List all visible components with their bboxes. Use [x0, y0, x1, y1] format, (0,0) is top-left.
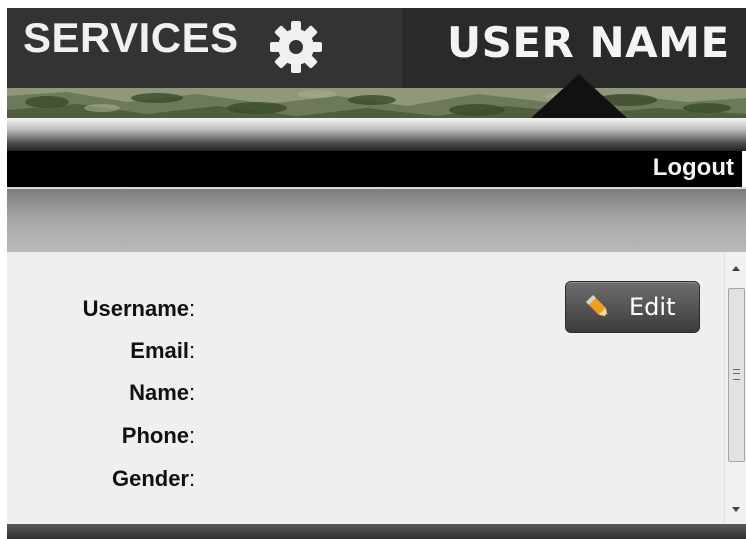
profile-panel: Username : Email : Name : Phone : Gender… — [7, 252, 724, 524]
field-row-name: Name : — [7, 380, 307, 410]
gender-colon: : — [189, 466, 196, 491]
phone-label: Phone — [121, 423, 189, 448]
field-row-gender: Gender : — [7, 466, 307, 496]
name-label: Name — [129, 380, 189, 405]
scroll-thumb[interactable] — [728, 288, 745, 462]
username-label: Username — [82, 296, 189, 321]
scroll-grip-icon — [733, 369, 740, 380]
scroll-up-icon[interactable] — [732, 266, 740, 271]
logout-link[interactable]: Logout — [653, 154, 734, 182]
user-menu-pointer — [531, 74, 627, 118]
name-colon: : — [189, 380, 196, 405]
field-row-phone: Phone : — [7, 423, 307, 453]
edit-label: Edit — [629, 293, 676, 321]
edit-button[interactable]: Edit — [565, 281, 700, 333]
top-header: SERVICES USER NAME — [7, 8, 746, 88]
pencil-icon — [585, 294, 608, 317]
username-colon: : — [189, 296, 196, 321]
gear-icon[interactable] — [269, 20, 323, 74]
gloss-divider — [7, 118, 746, 152]
services-label[interactable]: SERVICES — [23, 14, 239, 62]
gender-label: Gender — [111, 466, 189, 491]
scroll-down-icon[interactable] — [732, 507, 740, 512]
email-label: Email — [130, 338, 189, 363]
field-row-username: Username : — [7, 296, 307, 326]
map-banner-image — [7, 88, 746, 118]
vertical-scrollbar[interactable] — [724, 252, 746, 524]
section-header-bar — [7, 187, 746, 252]
email-colon: : — [189, 338, 196, 363]
footer-bar — [7, 524, 746, 539]
toolbar: Logout — [7, 151, 746, 187]
field-row-email: Email : — [7, 338, 307, 368]
services-menu[interactable]: SERVICES — [7, 8, 402, 88]
app-window: SERVICES USER NAME Logout Username: Ema… — [7, 8, 746, 539]
phone-colon: : — [189, 423, 196, 448]
toolbar-edge — [742, 151, 746, 187]
user-name-label[interactable]: USER NAME — [447, 18, 730, 67]
